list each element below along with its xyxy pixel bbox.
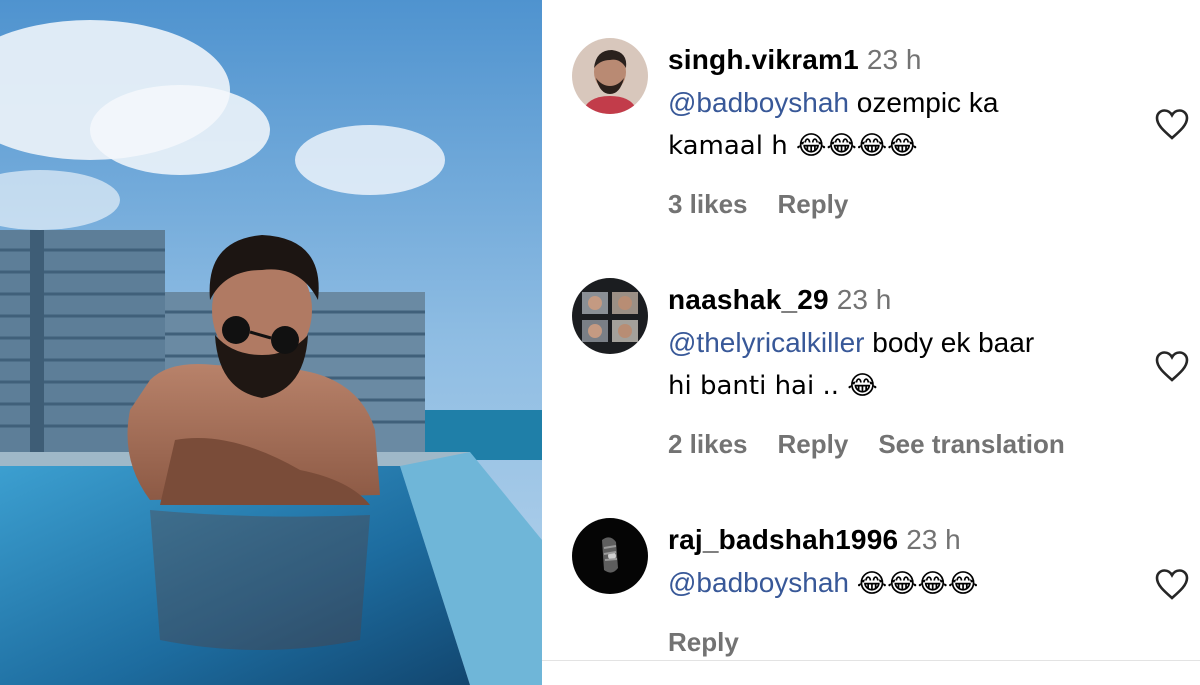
comment-mention[interactable]: @thelyricalkiller [668, 327, 864, 358]
comment-time: 23 h [866, 44, 922, 75]
comment-username[interactable]: naashak_29 [668, 284, 829, 315]
see-translation-button[interactable]: See translation [878, 429, 1064, 459]
comment-time: 23 h [836, 284, 892, 315]
likes-count[interactable]: 2 likes [668, 429, 748, 459]
divider [542, 660, 1200, 661]
comment-username[interactable]: singh.vikram1 [668, 44, 859, 75]
reply-button[interactable]: Reply [668, 627, 739, 657]
avatar[interactable] [572, 38, 648, 114]
avatar[interactable] [572, 518, 648, 594]
comment-mention[interactable]: @badboyshah [668, 567, 849, 598]
reply-button[interactable]: Reply [778, 189, 849, 219]
heart-icon[interactable] [1154, 350, 1190, 382]
comment-time: 23 h [906, 524, 961, 555]
likes-count[interactable]: 3 likes [668, 189, 748, 219]
comment-actions: 2 likes Reply See translation [668, 429, 1138, 460]
comment-actions: 3 likes Reply [668, 189, 1138, 220]
comment-mention[interactable]: @badboyshah [668, 87, 849, 118]
avatar[interactable] [572, 278, 648, 354]
post-image [0, 0, 542, 685]
post-photo [0, 0, 542, 685]
comment-text-line: 😂😂😂😂 [856, 569, 979, 599]
reply-button[interactable]: Reply [778, 429, 849, 459]
comment-text: @thelyricalkiller body ek baar hi banti … [668, 322, 1138, 407]
comment-text-line: hi banti hai .. 😂 [668, 371, 878, 401]
comment-text: @badboyshah ozempic ka kamaal h 😂😂😂😂 [668, 82, 1138, 167]
comment-text-line: ozempic ka [856, 87, 999, 118]
comment-text-line: body ek baar [872, 327, 1035, 358]
comment-text-line: kamaal h 😂😂😂😂 [668, 131, 918, 161]
comments-panel: singh.vikram1 23 h @badboyshah ozempic ka… [542, 0, 1200, 685]
comment-username[interactable]: raj_badshah1996 [668, 524, 898, 555]
heart-icon[interactable] [1154, 568, 1190, 600]
comment-text: @badboyshah 😂😂😂😂 [668, 562, 1138, 605]
heart-icon[interactable] [1154, 108, 1190, 140]
comment-actions: Reply [668, 627, 1138, 658]
